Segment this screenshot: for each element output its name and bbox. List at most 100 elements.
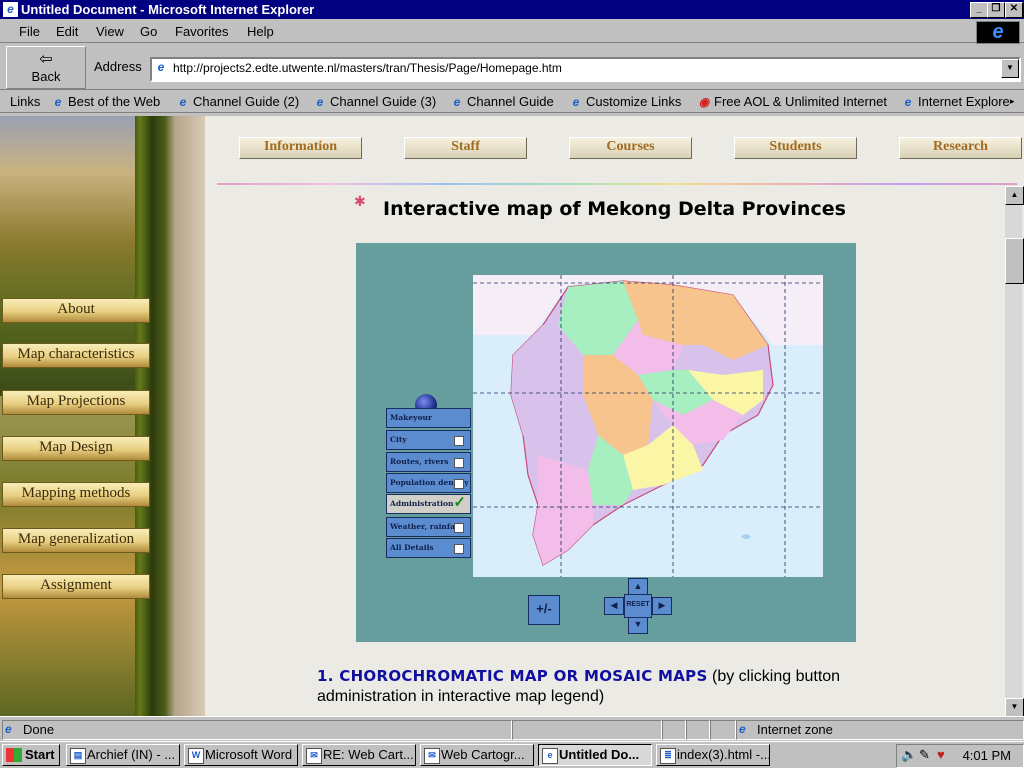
task-label: Untitled Do... — [559, 747, 640, 762]
clock[interactable]: 4:01 PM — [963, 748, 1011, 763]
tab-information[interactable]: Information — [239, 137, 362, 159]
links-label[interactable]: Links — [10, 94, 40, 109]
checkbox[interactable] — [454, 544, 464, 554]
sidebar-item-map-generalization[interactable]: Map generalization — [2, 528, 150, 553]
sidebar-item-map-characteristics[interactable]: Map characteristics — [2, 343, 150, 368]
sidebar-item-mapping-methods[interactable]: Mapping methods — [2, 482, 150, 507]
page-status-icon: e — [5, 722, 12, 736]
address-label: Address — [94, 59, 142, 74]
link-channel-guide-3[interactable]: e Channel Guide (3) — [313, 94, 437, 109]
zone-text: Internet zone — [757, 722, 833, 737]
vertical-scrollbar[interactable]: ▲ ▼ — [1005, 186, 1024, 716]
tab-staff[interactable]: Staff — [404, 137, 527, 159]
pan-right-icon[interactable]: ▶ — [652, 597, 672, 615]
menu-go[interactable]: Go — [140, 24, 157, 39]
windows-logo-icon — [6, 748, 22, 762]
tab-students[interactable]: Students — [734, 137, 857, 159]
start-label: Start — [25, 747, 55, 762]
checkmark-icon[interactable]: ✓ — [453, 493, 466, 511]
link-label: Channel Guide (3) — [330, 94, 437, 109]
menu-help[interactable]: Help — [247, 24, 274, 39]
address-toolbar: ⇦ Back Address e http://projects2.edte.u… — [0, 44, 1024, 90]
address-url[interactable]: http://projects2.edte.utwente.nl/masters… — [173, 61, 562, 75]
tab-research[interactable]: Research — [899, 137, 1022, 159]
sidebar-item-about[interactable]: About — [2, 298, 150, 323]
back-label: Back — [31, 69, 61, 84]
back-arrow-icon: ⇦ — [39, 51, 53, 68]
browser-viewport: About Map characteristics Map Projection… — [0, 116, 1024, 716]
main-content: Information Staff Courses Students Resea… — [205, 116, 1022, 716]
legend-item-routes-rivers[interactable]: Routes, rivers — [386, 452, 471, 472]
status-progress-field — [512, 720, 662, 740]
reset-button[interactable]: RESET — [624, 594, 652, 618]
link-channel-guide[interactable]: e Channel Guide — [450, 94, 554, 109]
legend-item-all-details[interactable]: All Details — [386, 538, 471, 558]
close-button[interactable]: ✕ — [1005, 2, 1023, 18]
link-label: Best of the Web — [68, 94, 161, 109]
link-best-of-web[interactable]: e Best of the Web — [51, 94, 161, 109]
word-icon: W — [188, 748, 204, 764]
address-field[interactable]: e http://projects2.edte.utwente.nl/maste… — [150, 57, 1021, 82]
legend-item-population-density[interactable]: Population density — [386, 473, 471, 493]
network-icon[interactable]: ♥ — [937, 747, 945, 762]
legend-label: Weather, rainfall — [390, 522, 461, 531]
link-customize-links[interactable]: e Customize Links — [569, 94, 682, 109]
ie-task-icon: e — [542, 748, 558, 764]
start-button[interactable]: Start — [2, 744, 60, 766]
mekong-delta-map[interactable] — [473, 275, 823, 577]
scroll-down-icon[interactable]: ▼ — [1005, 698, 1024, 716]
rainbow-divider — [217, 183, 1017, 185]
chevron-right-icon[interactable]: ▸ — [1010, 96, 1015, 107]
menu-file[interactable]: File — [19, 24, 40, 39]
minimize-button[interactable]: _ — [970, 2, 988, 18]
ie-link-icon: e — [179, 95, 187, 109]
ie-app-icon[interactable]: e — [3, 2, 18, 17]
legend-label: All Details — [390, 543, 434, 552]
task-untitled-document[interactable]: e Untitled Do... — [538, 744, 652, 766]
pan-left-icon[interactable]: ◀ — [604, 597, 624, 615]
menu-edit[interactable]: Edit — [56, 24, 78, 39]
link-channel-guide-2[interactable]: e Channel Guide (2) — [176, 94, 300, 109]
speaker-icon[interactable]: 🔈 — [901, 747, 917, 763]
zoom-button[interactable]: +/- — [528, 595, 560, 625]
checkbox[interactable] — [454, 523, 464, 533]
scroll-thumb[interactable] — [1005, 238, 1024, 284]
section-text: 1. CHOROCHROMATIC MAP OR MOSAIC MAPS (by… — [317, 666, 877, 707]
status-field-small — [662, 720, 686, 740]
tab-courses[interactable]: Courses — [569, 137, 692, 159]
pan-down-icon[interactable]: ▼ — [628, 616, 648, 634]
legend-item-city[interactable]: City — [386, 430, 471, 450]
task-label: Microsoft Word — [205, 747, 293, 762]
ie-link-icon: e — [904, 95, 912, 109]
pencil-icon[interactable]: ✎ — [919, 747, 930, 763]
chevron-down-icon[interactable]: ▼ — [1001, 59, 1019, 78]
ie-link-icon: e — [453, 95, 461, 109]
legend-header: Makeyour choice.... — [386, 408, 471, 440]
checkbox[interactable] — [454, 479, 464, 489]
link-internet-explorer[interactable]: e Internet Explore — [901, 94, 1010, 109]
folder-icon: ▤ — [70, 748, 86, 764]
legend-item-administration[interactable]: Administration ✓ — [386, 493, 471, 514]
interactive-map[interactable]: Makeyour choice.... City Routes, rivers … — [356, 243, 856, 642]
legend-item-weather-rainfall[interactable]: Weather, rainfall — [386, 517, 471, 537]
task-index-html[interactable]: ≣ index(3).html -... — [656, 744, 770, 766]
task-web-cartogr[interactable]: ✉ Web Cartogr... — [420, 744, 534, 766]
section-heading[interactable]: 1. CHOROCHROMATIC MAP OR MOSAIC MAPS — [317, 667, 708, 685]
legend-label: City — [390, 435, 407, 444]
map-canvas[interactable] — [473, 275, 823, 577]
sidebar-item-assignment[interactable]: Assignment — [2, 574, 150, 599]
maximize-button[interactable]: ❐ — [987, 2, 1005, 18]
task-microsoft-word[interactable]: W Microsoft Word — [184, 744, 298, 766]
sidebar-item-map-design[interactable]: Map Design — [2, 436, 150, 461]
checkbox[interactable] — [454, 458, 464, 468]
back-button[interactable]: ⇦ Back — [6, 46, 86, 89]
task-re-web-cart[interactable]: ✉ RE: Web Cart... — [302, 744, 416, 766]
scroll-up-icon[interactable]: ▲ — [1005, 186, 1024, 205]
checkbox[interactable] — [454, 436, 464, 446]
link-free-aol[interactable]: ◉ Free AOL & Unlimited Internet — [697, 94, 887, 109]
sidebar-item-map-projections[interactable]: Map Projections — [2, 390, 150, 415]
task-archief[interactable]: ▤ Archief (IN) - ... — [66, 744, 180, 766]
menu-view[interactable]: View — [96, 24, 124, 39]
page-icon: e — [157, 60, 165, 74]
menu-favorites[interactable]: Favorites — [175, 24, 228, 39]
